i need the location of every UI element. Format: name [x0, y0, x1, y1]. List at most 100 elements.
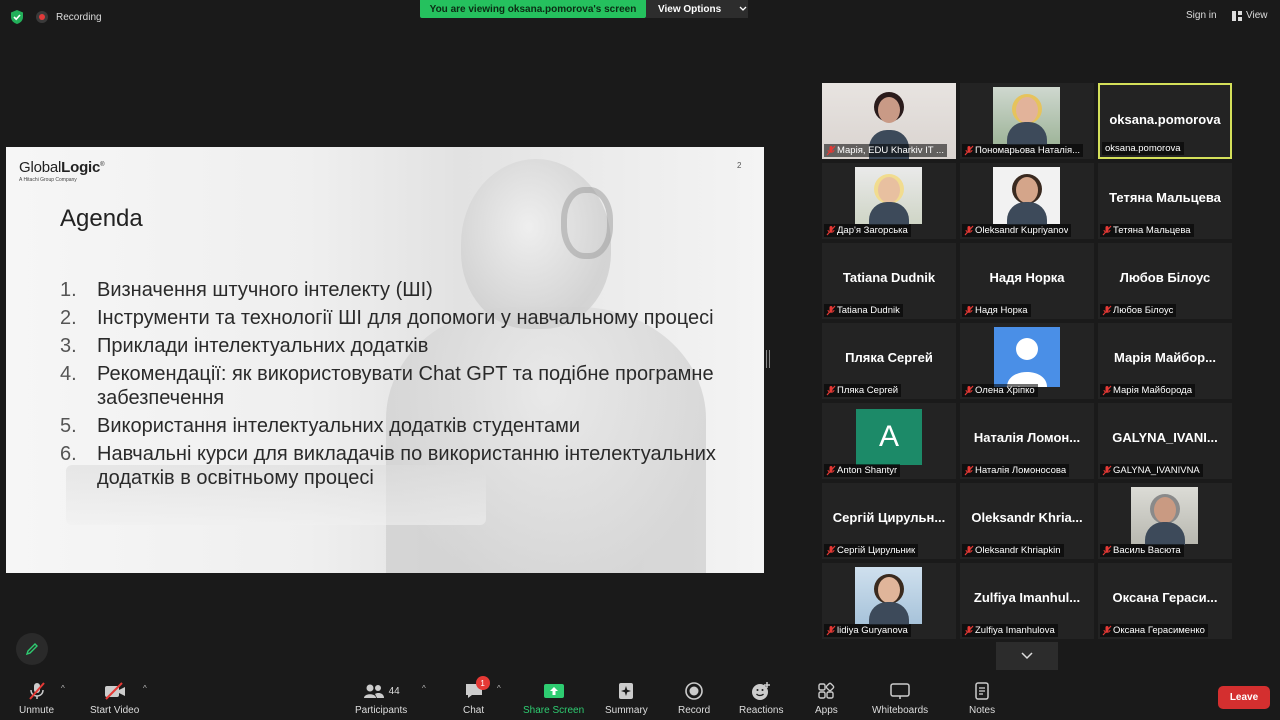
- start-video-button[interactable]: Start Video: [90, 680, 139, 716]
- unmute-button[interactable]: Unmute: [19, 680, 54, 716]
- notes-button[interactable]: Notes: [969, 680, 995, 716]
- muted-mic-icon: [962, 464, 975, 477]
- participant-tile[interactable]: Oleksandr Khria... Oleksandr Khriapkin: [960, 483, 1094, 559]
- participant-name-label: Oleksandr Khriapkin: [962, 544, 1064, 557]
- participant-tile[interactable]: Сергій Цирульн... Сергій Цирульник: [822, 483, 956, 559]
- chevron-down-icon: [739, 6, 747, 11]
- participant-name-label: Пономарьова Наталія...: [962, 144, 1084, 157]
- participant-display-name: Марія Майбор...: [1114, 350, 1216, 365]
- chat-button[interactable]: 1 Chat: [463, 676, 490, 716]
- participant-name: Сергій Цирульник: [837, 545, 916, 556]
- participant-tile[interactable]: Марія, EDU Kharkiv IT ...: [822, 83, 956, 159]
- audio-options-caret-icon[interactable]: ^: [61, 684, 65, 693]
- summary-sparkle-icon: [619, 683, 634, 699]
- participant-tile[interactable]: Марія Майбор... Марія Майборода: [1098, 323, 1232, 399]
- agenda-item: 5. Використання інтелектуальних додатків …: [60, 414, 740, 438]
- agenda-item-number: 4.: [60, 363, 77, 385]
- muted-mic-icon: [824, 624, 837, 637]
- participants-button[interactable]: 44 Participants: [355, 680, 407, 716]
- participant-tile[interactable]: Любов Білоус Любов Білоус: [1098, 243, 1232, 319]
- participant-name: Пляка Сергей: [837, 385, 899, 396]
- apps-button[interactable]: Apps: [815, 680, 838, 716]
- recording-dot-icon: [36, 11, 48, 23]
- participant-name: Любов Білоус: [1113, 305, 1174, 316]
- participant-video: [1131, 487, 1198, 546]
- view-options-button[interactable]: View Options: [646, 0, 748, 18]
- record-button[interactable]: Record: [678, 680, 710, 716]
- participant-display-name: Наталія Ломон...: [973, 430, 1081, 445]
- muted-mic-icon: [1100, 304, 1113, 317]
- unmute-label: Unmute: [19, 705, 55, 716]
- participant-tile[interactable]: Oleksandr Kupriyanov: [960, 163, 1094, 239]
- participant-name: Оксана Герасименко: [1113, 625, 1205, 636]
- participant-tile[interactable]: Наталія Ломон... Наталія Ломоносова: [960, 403, 1094, 479]
- participant-tile[interactable]: GALYNA_IVANI... GALYNA_IVANIVNA: [1098, 403, 1232, 479]
- participant-name-label: lidiya Guryanova: [824, 624, 911, 637]
- participant-tile[interactable]: Тетяна Мальцева Тетяна Мальцева: [1098, 163, 1232, 239]
- annotate-pencil-button[interactable]: [16, 633, 48, 665]
- gallery-next-page-button[interactable]: [996, 642, 1058, 670]
- participant-display-name: Zulfiya Imanhul...: [973, 590, 1081, 605]
- participant-name: Oleksandr Kupriyanov: [975, 225, 1069, 236]
- record-icon: [685, 682, 703, 700]
- participant-video: [855, 567, 922, 626]
- muted-mic-icon: [824, 144, 837, 157]
- participant-name-label: Anton Shantyr: [824, 464, 901, 477]
- participant-tile[interactable]: Tatiana Dudnik Tatiana Dudnik: [822, 243, 956, 319]
- participant-tile[interactable]: Пляка Сергей Пляка Сергей: [822, 323, 956, 399]
- muted-mic-icon: [962, 624, 975, 637]
- participant-tile[interactable]: Оксана Гераси... Оксана Герасименко: [1098, 563, 1232, 639]
- participant-tile[interactable]: Надя Норка Надя Норка: [960, 243, 1094, 319]
- participant-tile[interactable]: A Anton Shantyr: [822, 403, 956, 479]
- notes-icon: [975, 682, 989, 700]
- participant-name-label: Тетяна Мальцева: [1100, 224, 1194, 237]
- summary-button[interactable]: Summary: [605, 680, 648, 716]
- participant-name: Дар'я Загорська: [837, 225, 908, 236]
- participant-name: Тетяна Мальцева: [1113, 225, 1191, 236]
- participant-display-name: Сергій Цирульн...: [832, 510, 946, 525]
- recording-indicator[interactable]: Recording: [36, 9, 102, 25]
- participant-name: Марія Майборода: [1113, 385, 1193, 396]
- start-video-label: Start Video: [90, 705, 140, 716]
- participant-tile[interactable]: oksana.pomorova oksana.pomorova: [1098, 83, 1232, 159]
- globallogic-logo: GlobalLogic® A Hitachi Group Company: [19, 159, 105, 183]
- participant-name: Пономарьова Наталія...: [975, 145, 1081, 156]
- leave-button[interactable]: Leave: [1218, 686, 1270, 709]
- whiteboards-button[interactable]: Whiteboards: [872, 680, 928, 716]
- security-shield-icon[interactable]: [9, 9, 25, 25]
- record-label: Record: [678, 705, 711, 716]
- agenda-item-number: 6.: [60, 443, 77, 465]
- participant-tile[interactable]: Zulfiya Imanhul... Zulfiya Imanhulova: [960, 563, 1094, 639]
- participant-display-name: Надя Норка: [989, 270, 1065, 285]
- agenda-item-number: 1.: [60, 279, 77, 301]
- participant-display-name: Tatiana Dudnik: [842, 270, 936, 285]
- chat-unread-badge: 1: [475, 676, 490, 690]
- muted-mic-icon: [962, 384, 975, 397]
- participant-tile[interactable]: Дар'я Загорська: [822, 163, 956, 239]
- video-options-caret-icon[interactable]: ^: [143, 684, 147, 693]
- participant-name: Василь Васюта: [1113, 545, 1181, 556]
- view-button[interactable]: View: [1232, 10, 1268, 21]
- participant-name: Наталія Ломоносова: [975, 465, 1067, 476]
- muted-mic-icon: [1100, 464, 1113, 477]
- logo-text-global: Global: [19, 159, 62, 176]
- participant-name-label: Оксана Герасименко: [1100, 624, 1208, 637]
- share-screen-button[interactable]: Share Screen: [523, 680, 584, 716]
- whiteboard-icon: [890, 683, 910, 699]
- participant-tile[interactable]: lidiya Guryanova: [822, 563, 956, 639]
- participant-tile[interactable]: Василь Васюта: [1098, 483, 1232, 559]
- participant-tile[interactable]: Олена Хріпко: [960, 323, 1094, 399]
- participant-name: Tatiana Dudnik: [837, 305, 900, 316]
- chat-options-caret-icon[interactable]: ^: [497, 684, 501, 693]
- participant-video: [993, 87, 1060, 146]
- panel-resize-handle[interactable]: [766, 350, 770, 368]
- muted-mic-icon: [962, 304, 975, 317]
- reactions-button[interactable]: Reactions: [739, 680, 783, 716]
- share-screen-icon: [543, 684, 564, 698]
- summary-label: Summary: [605, 705, 648, 716]
- sign-in-button[interactable]: Sign in: [1186, 10, 1217, 21]
- agenda-item: 1. Визначення штучного інтелекту (ШІ): [60, 278, 740, 302]
- participant-tile[interactable]: Пономарьова Наталія...: [960, 83, 1094, 159]
- participants-count: 44: [388, 685, 400, 697]
- participants-options-caret-icon[interactable]: ^: [422, 684, 426, 693]
